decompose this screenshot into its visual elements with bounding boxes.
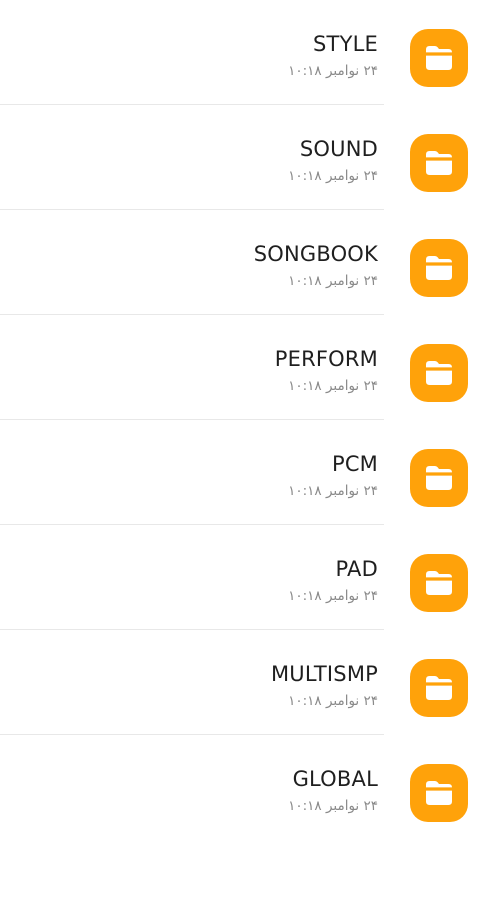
folder-row[interactable]: PERFORM ۲۴ نوامبر ۱۰:۱۸ — [0, 315, 498, 420]
folder-date: ۲۴ نوامبر ۱۰:۱۸ — [288, 483, 378, 499]
folder-row[interactable]: SONGBOOK ۲۴ نوامبر ۱۰:۱۸ — [0, 210, 498, 315]
folder-row[interactable]: PCM ۲۴ نوامبر ۱۰:۱۸ — [0, 420, 498, 525]
folder-name: MULTISMP — [270, 662, 378, 686]
folder-name: PERFORM — [274, 347, 378, 371]
folder-date: ۲۴ نوامبر ۱۰:۱۸ — [288, 798, 378, 814]
folder-row-text: PCM ۲۴ نوامبر ۱۰:۱۸ — [18, 451, 378, 500]
folder-name: PAD — [335, 557, 378, 581]
folder-name: SOUND — [299, 137, 378, 161]
folder-icon — [410, 239, 468, 297]
folder-row[interactable]: STYLE ۲۴ نوامبر ۱۰:۱۸ — [0, 0, 498, 105]
folder-row[interactable]: PAD ۲۴ نوامبر ۱۰:۱۸ — [0, 525, 498, 630]
folder-name: GLOBAL — [292, 767, 378, 791]
folder-list: STYLE ۲۴ نوامبر ۱۰:۱۸ SOUND ۲۴ نوامبر ۱۰… — [0, 0, 498, 840]
folder-row-text: GLOBAL ۲۴ نوامبر ۱۰:۱۸ — [18, 766, 378, 815]
folder-icon — [410, 134, 468, 192]
folder-row[interactable]: SOUND ۲۴ نوامبر ۱۰:۱۸ — [0, 105, 498, 210]
folder-row[interactable]: MULTISMP ۲۴ نوامبر ۱۰:۱۸ — [0, 630, 498, 735]
folder-name: SONGBOOK — [253, 242, 378, 266]
folder-date: ۲۴ نوامبر ۱۰:۱۸ — [288, 378, 378, 394]
folder-row-text: SOUND ۲۴ نوامبر ۱۰:۱۸ — [18, 136, 378, 185]
folder-row-text: STYLE ۲۴ نوامبر ۱۰:۱۸ — [18, 31, 378, 80]
folder-date: ۲۴ نوامبر ۱۰:۱۸ — [288, 63, 378, 79]
folder-icon — [410, 764, 468, 822]
folder-date: ۲۴ نوامبر ۱۰:۱۸ — [288, 693, 378, 709]
folder-row-text: MULTISMP ۲۴ نوامبر ۱۰:۱۸ — [18, 661, 378, 710]
folder-date: ۲۴ نوامبر ۱۰:۱۸ — [288, 273, 378, 289]
folder-icon — [410, 449, 468, 507]
folder-row-text: PERFORM ۲۴ نوامبر ۱۰:۱۸ — [18, 346, 378, 395]
folder-icon — [410, 344, 468, 402]
folder-row-text: SONGBOOK ۲۴ نوامبر ۱۰:۱۸ — [18, 241, 378, 290]
folder-date: ۲۴ نوامبر ۱۰:۱۸ — [288, 588, 378, 604]
folder-name: PCM — [331, 452, 378, 476]
folder-icon — [410, 554, 468, 612]
folder-icon — [410, 29, 468, 87]
folder-icon — [410, 659, 468, 717]
folder-row[interactable]: GLOBAL ۲۴ نوامبر ۱۰:۱۸ — [0, 735, 498, 840]
folder-name: STYLE — [313, 32, 378, 56]
file-browser-screen: STYLE ۲۴ نوامبر ۱۰:۱۸ SOUND ۲۴ نوامبر ۱۰… — [0, 0, 498, 919]
folder-date: ۲۴ نوامبر ۱۰:۱۸ — [288, 168, 378, 184]
folder-row-text: PAD ۲۴ نوامبر ۱۰:۱۸ — [18, 556, 378, 605]
